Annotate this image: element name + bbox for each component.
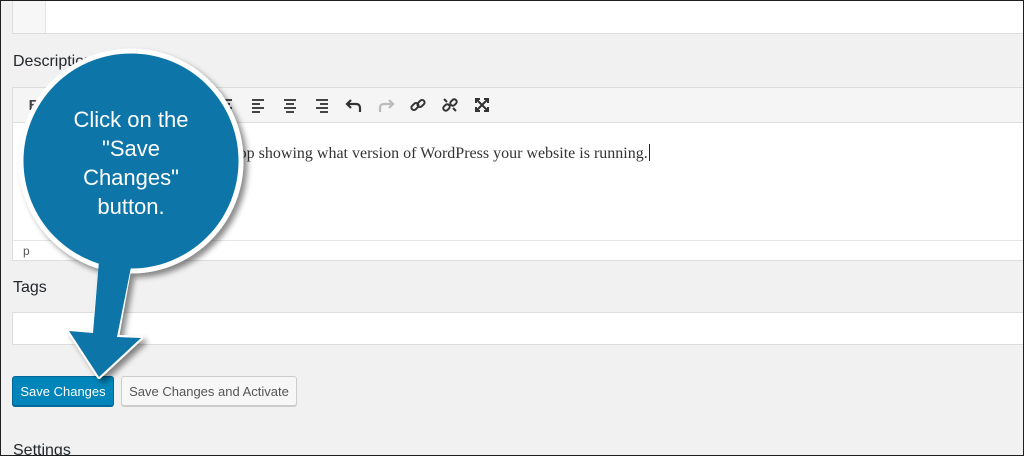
description-label: Description: [13, 53, 94, 70]
align-center-icon[interactable]: [279, 94, 301, 116]
tags-input[interactable]: [12, 312, 1023, 345]
align-left-icon[interactable]: [247, 94, 269, 116]
name-input-gutter: [13, 1, 46, 33]
description-text: stop showing what version of WordPress y…: [228, 145, 648, 162]
element-path: p: [23, 244, 30, 258]
align-right-icon[interactable]: [311, 94, 333, 116]
callout-line-4: button.: [97, 194, 165, 219]
tags-label: Tags: [13, 279, 47, 296]
undo-icon[interactable]: [343, 94, 365, 116]
callout-line-1: Click on the: [73, 107, 189, 132]
editor-content[interactable]: stop showing what version of WordPress y…: [228, 144, 650, 163]
text-cursor: [648, 144, 650, 161]
fullscreen-icon[interactable]: [471, 94, 493, 116]
save-changes-button[interactable]: Save Changes: [12, 376, 114, 406]
settings-label: Settings: [13, 442, 71, 456]
save-and-activate-button[interactable]: Save Changes and Activate: [121, 376, 297, 406]
callout-line-3: Changes": [83, 165, 179, 190]
unlink-icon[interactable]: [439, 94, 461, 116]
callout-line-2: "Save: [102, 136, 160, 161]
callout-text: Click on the "Save Changes" button.: [41, 105, 221, 221]
editor-screen: Description B stop showing what version …: [0, 0, 1024, 456]
editor-status-bar: p: [13, 240, 1023, 260]
link-icon[interactable]: [407, 94, 429, 116]
name-input[interactable]: [12, 1, 1023, 34]
redo-icon[interactable]: [375, 94, 397, 116]
